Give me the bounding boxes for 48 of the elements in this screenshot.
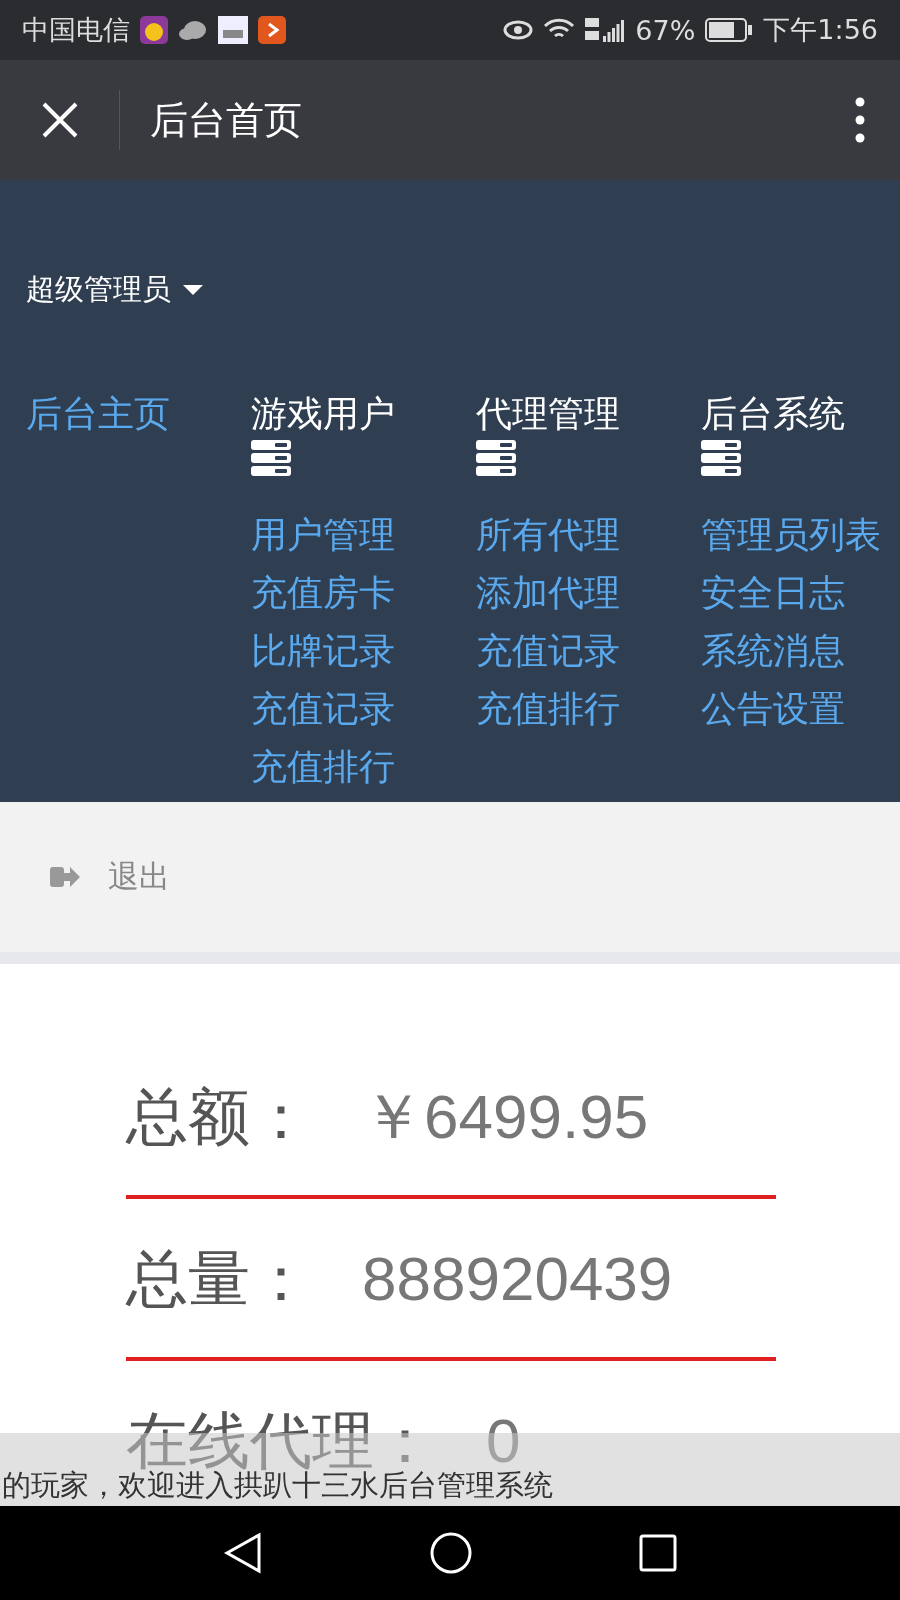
stat-value: 888920439 [362, 1248, 673, 1310]
stat-label: 在线代理： [126, 1410, 436, 1472]
submenu-link[interactable]: 充值排行 [251, 738, 395, 796]
back-icon [223, 1532, 264, 1574]
eye-icon [503, 19, 534, 41]
battery-icon [705, 18, 754, 42]
game-app-icon [140, 16, 168, 44]
submenu-link[interactable]: 公告设置 [701, 680, 845, 738]
submenu-link[interactable]: 充值房卡 [251, 564, 395, 622]
submenu-link[interactable]: 比牌记录 [251, 622, 395, 680]
submenu-link[interactable]: 充值排行 [476, 680, 620, 738]
recents-icon [638, 1534, 677, 1572]
home-button[interactable] [430, 1532, 472, 1574]
submenu-link[interactable]: 安全日志 [701, 564, 845, 622]
submenu-link[interactable]: 所有代理 [476, 506, 620, 564]
stat-label: 总量： [126, 1248, 312, 1310]
nav-menu-link[interactable]: 后台系统 [701, 392, 845, 436]
back-button[interactable] [223, 1532, 264, 1574]
submenu-link[interactable]: 添加代理 [476, 564, 620, 622]
carrier-name: 中国电信 [22, 13, 130, 47]
submenu-link[interactable]: 充值记录 [476, 622, 620, 680]
video-app-icon [258, 16, 286, 44]
nav-menu-link[interactable]: 代理管理 [476, 392, 620, 436]
stat-value: ￥6499.95 [362, 1086, 649, 1148]
recents-button[interactable] [638, 1534, 677, 1572]
sign-out-icon [50, 864, 80, 890]
logout-button[interactable]: 退出 [50, 856, 170, 898]
caret-icon [183, 285, 203, 295]
server-stack-icon [701, 440, 741, 476]
server-stack-icon [476, 440, 516, 476]
news-app-icon [218, 16, 248, 44]
signal-icon [585, 16, 626, 44]
cloud-icon [178, 20, 208, 40]
battery-percent: 67% [635, 14, 696, 46]
submenu-link[interactable]: 用户管理 [251, 506, 395, 564]
nav-menu-link[interactable]: 游戏用户 [251, 392, 395, 436]
home-icon [430, 1532, 472, 1574]
server-stack-icon [251, 440, 291, 476]
page-title: 后台首页 [149, 96, 303, 144]
stat-label: 总额： [126, 1086, 312, 1148]
submenu-link[interactable]: 充值记录 [251, 680, 395, 738]
nav-menu-link[interactable]: 后台主页 [26, 392, 170, 436]
submenu-link[interactable]: 系统消息 [701, 622, 845, 680]
clock-time: 下午1:56 [763, 13, 878, 47]
stat-value: 0 [486, 1410, 521, 1472]
more-icon [855, 97, 865, 143]
submenu-link[interactable]: 管理员列表 [701, 506, 881, 564]
user-role-dropdown[interactable]: 超级管理员 [26, 270, 203, 310]
